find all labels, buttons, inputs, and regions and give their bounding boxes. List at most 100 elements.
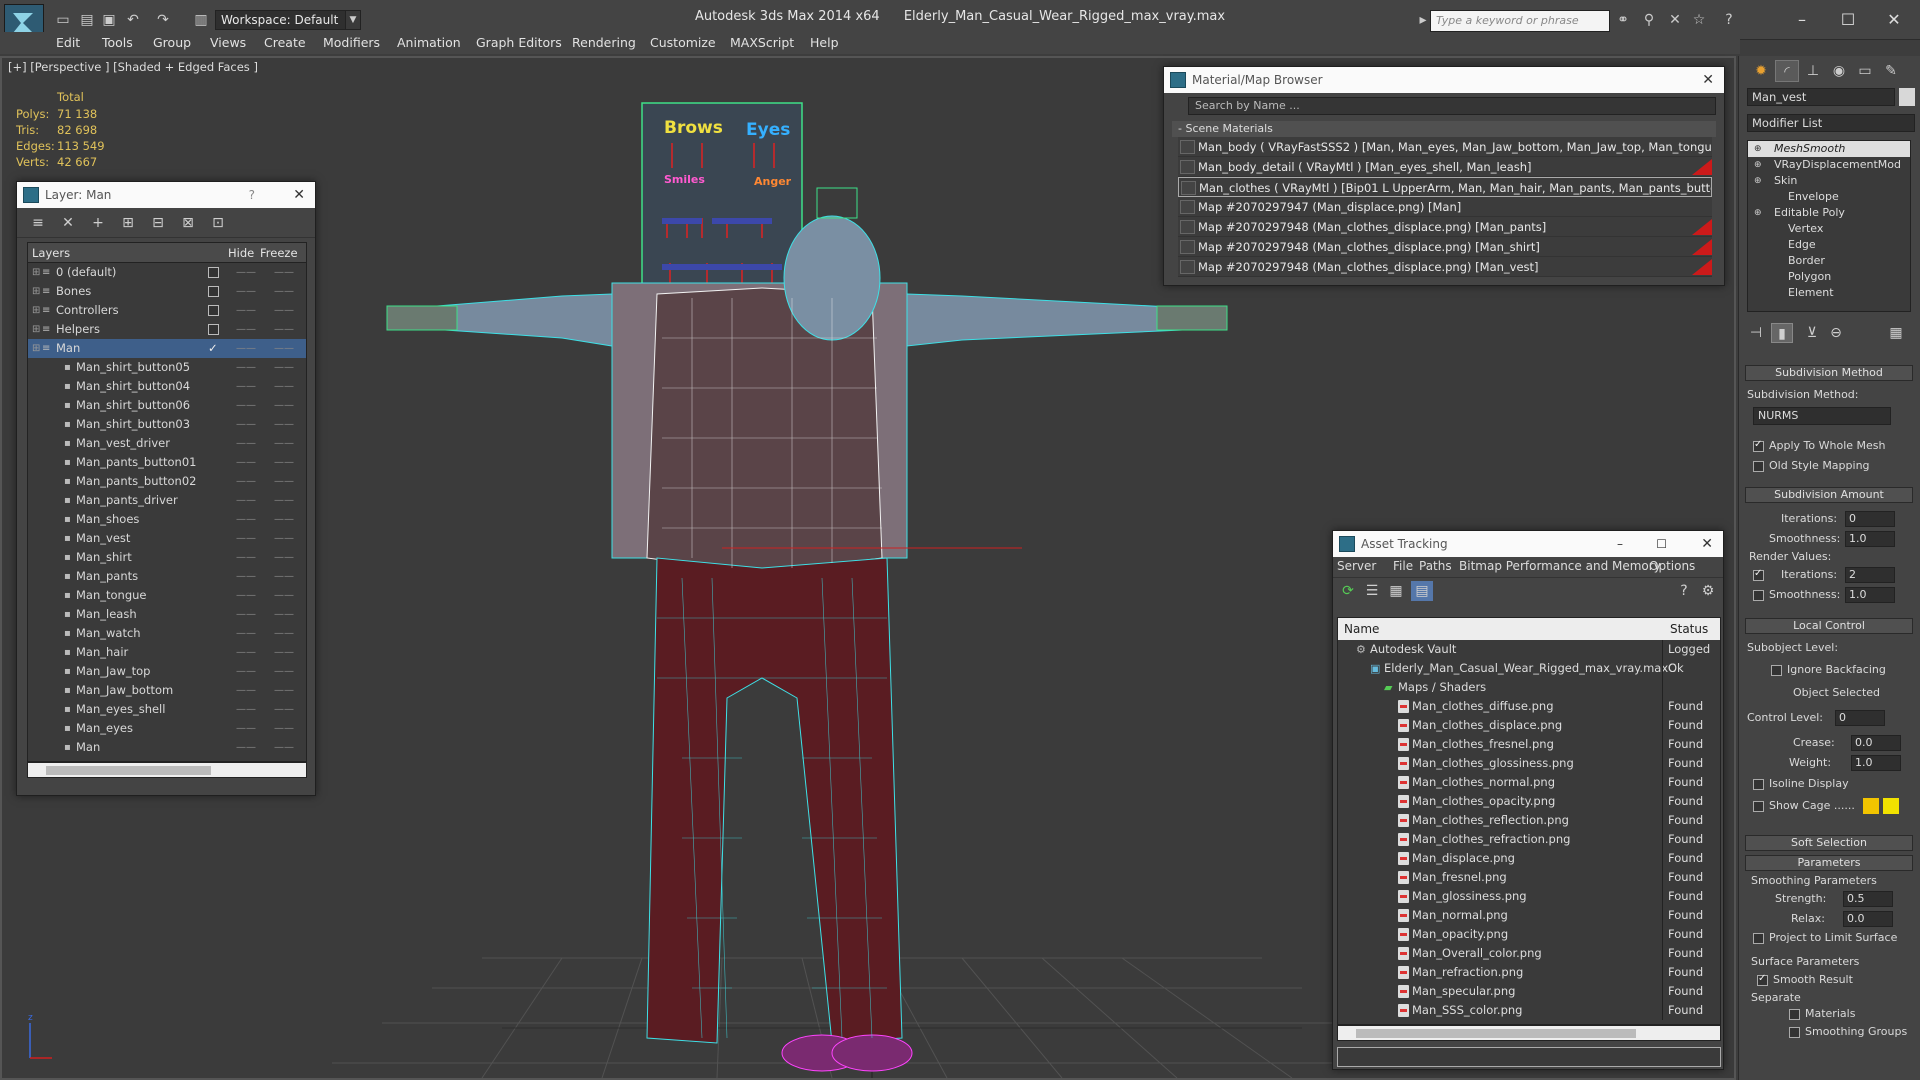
relax-spinner[interactable]: 0.0 (1843, 911, 1893, 927)
hierarchy-tab-icon[interactable]: ⊥ (1801, 60, 1825, 82)
freeze-toggle[interactable]: —— (274, 377, 294, 396)
layer-object-row[interactable]: ▪ Man_eyes —— —— (28, 719, 306, 738)
rollout-local-control[interactable]: Local Control (1745, 618, 1913, 634)
hide-toggle[interactable]: —— (236, 510, 256, 529)
add-to-layer-icon[interactable]: + (87, 213, 109, 233)
favorites-star-icon[interactable]: ☆ (1688, 9, 1710, 31)
material-item[interactable]: Map #2070297948 (Man_clothes_displace.pn… (1178, 257, 1712, 277)
layer-object-row[interactable]: ▪ Man_Jaw_top —— —— (28, 662, 306, 681)
modifier-stack-item[interactable]: ⊕ Skin (1748, 173, 1910, 189)
expand-icon[interactable]: ⊞ (32, 301, 40, 320)
hide-toggle[interactable]: —— (236, 453, 256, 472)
modifier-toggle-icon[interactable]: ⊕ (1754, 173, 1762, 189)
hide-toggle[interactable]: —— (236, 358, 256, 377)
asset-row[interactable]: Man_fresnel.png Found (1338, 868, 1720, 887)
separate-materials-checkbox[interactable] (1789, 1009, 1800, 1020)
old-style-mapping-checkbox[interactable] (1753, 461, 1764, 472)
cage-color-1[interactable] (1863, 798, 1879, 814)
highlight-layer-icon[interactable]: ⊟ (147, 213, 169, 233)
maximize-icon[interactable]: ☐ (1828, 6, 1868, 34)
menu-modifiers[interactable]: Modifiers (323, 35, 380, 50)
layer-row[interactable]: ⊞ ≡ Bones —— —— (28, 282, 306, 301)
asset-row[interactable]: Man_clothes_displace.png Found (1338, 716, 1720, 735)
menu-help[interactable]: Help (810, 35, 839, 50)
asset-row[interactable]: Man_specular.png Found (1338, 982, 1720, 1001)
layer-object-row[interactable]: ▪ Man_shirt_button06 —— —— (28, 396, 306, 415)
layer-object-row[interactable]: ▪ Man_pants_button01 —— —— (28, 453, 306, 472)
modifier-stack-item[interactable]: Vertex (1748, 221, 1910, 237)
material-item[interactable]: Map #2070297948 (Man_clothes_displace.pn… (1178, 217, 1712, 237)
column-name[interactable]: Name (1344, 622, 1379, 636)
menu-animation[interactable]: Animation (397, 35, 461, 50)
freeze-toggle[interactable]: —— (274, 624, 294, 643)
asset-row[interactable]: Man_SSS_color.png Found (1338, 1001, 1720, 1020)
show-end-result-icon[interactable]: ▮ (1771, 323, 1793, 343)
menu-group[interactable]: Group (153, 35, 191, 50)
smooth-result-checkbox[interactable] (1757, 973, 1768, 986)
asset-row[interactable]: Man_Overall_color.png Found (1338, 944, 1720, 963)
freeze-toggle[interactable]: —— (274, 301, 294, 320)
freeze-toggle[interactable]: —— (274, 700, 294, 719)
layer-horizontal-scrollbar[interactable] (27, 762, 307, 778)
modifier-stack-item[interactable]: Polygon (1748, 269, 1910, 285)
viewport-label[interactable]: [+] [Perspective ] [Shaded + Edged Faces… (8, 60, 258, 74)
layer-object-row[interactable]: ▪ Man —— —— (28, 738, 306, 757)
asset-row[interactable]: Man_clothes_opacity.png Found (1338, 792, 1720, 811)
hide-toggle[interactable]: —— (236, 263, 256, 282)
menu-create[interactable]: Create (264, 35, 306, 50)
make-unique-icon[interactable]: ⊻ (1801, 323, 1823, 343)
layer-object-row[interactable]: ▪ Man_eyes_shell —— —— (28, 700, 306, 719)
display-tab-icon[interactable]: ▭ (1853, 60, 1877, 82)
menu-edit[interactable]: Edit (56, 35, 80, 50)
hide-toggle[interactable]: —— (236, 605, 256, 624)
layer-active-checkbox[interactable] (208, 267, 219, 278)
apply-whole-mesh-checkbox[interactable] (1753, 439, 1764, 452)
thumbnail-view-icon[interactable]: ▦ (1385, 581, 1407, 601)
hide-toggle[interactable]: —— (236, 681, 256, 700)
freeze-toggle[interactable]: —— (274, 738, 294, 757)
asset-row[interactable]: Man_displace.png Found (1338, 849, 1720, 868)
table-view-icon[interactable]: ▤ (1411, 581, 1433, 601)
layer-object-row[interactable]: ▪ Man_watch —— —— (28, 624, 306, 643)
hide-toggle[interactable]: —— (236, 643, 256, 662)
modifier-list-dropdown[interactable]: Modifier List (1747, 114, 1915, 132)
refresh-icon[interactable]: ⟳ (1337, 581, 1359, 601)
freeze-toggle[interactable]: —— (274, 529, 294, 548)
hide-toggle[interactable]: —— (236, 738, 256, 757)
layer-object-row[interactable]: ▪ Man_Jaw_bottom —— —— (28, 681, 306, 700)
create-tab-icon[interactable]: ✹ (1749, 60, 1773, 82)
asset-help-icon[interactable]: ? (1673, 581, 1695, 601)
freeze-toggle[interactable]: —— (274, 472, 294, 491)
utilities-tab-icon[interactable]: ✎ (1879, 60, 1903, 82)
iterations-spinner[interactable]: 0 (1845, 511, 1895, 527)
menu-graph-editors[interactable]: Graph Editors (476, 35, 562, 50)
asset-menu-paths[interactable]: Paths (1419, 559, 1452, 573)
modifier-stack-item[interactable]: Edge (1748, 237, 1910, 253)
menu-customize[interactable]: Customize (650, 35, 716, 50)
hide-toggle[interactable]: —— (236, 586, 256, 605)
freeze-toggle[interactable]: —— (274, 643, 294, 662)
freeze-toggle[interactable]: —— (274, 396, 294, 415)
select-in-layer-icon[interactable]: ⊞ (117, 213, 139, 233)
help-icon[interactable]: ? (1718, 9, 1740, 31)
freeze-toggle[interactable]: —— (274, 491, 294, 510)
layer-object-row[interactable]: ▪ Man_shirt_button03 —— —— (28, 415, 306, 434)
freeze-toggle[interactable]: —— (274, 434, 294, 453)
hide-toggle[interactable]: —— (236, 282, 256, 301)
hide-toggle[interactable]: —— (236, 719, 256, 738)
expand-icon[interactable]: ⊞ (32, 263, 40, 282)
smoothness-spinner[interactable]: 1.0 (1845, 531, 1895, 547)
column-freeze[interactable]: Freeze (260, 246, 298, 260)
modifier-stack-item[interactable]: ⊕ MeshSmooth (1748, 141, 1910, 157)
current-layer-check-icon[interactable]: ✓ (208, 339, 218, 358)
freeze-toggle[interactable]: —— (274, 719, 294, 738)
freeze-toggle[interactable]: —— (274, 548, 294, 567)
material-item[interactable]: Man_clothes ( VRayMtl ) [Bip01 L UpperAr… (1178, 177, 1712, 197)
menu-rendering[interactable]: Rendering (572, 35, 636, 50)
modifier-toggle-icon[interactable]: ⊕ (1754, 205, 1762, 221)
hide-toggle[interactable]: —— (236, 491, 256, 510)
modifier-toggle-icon[interactable]: ⊕ (1754, 157, 1762, 173)
asset-status-field[interactable] (1337, 1047, 1721, 1067)
asset-row[interactable]: Man_normal.png Found (1338, 906, 1720, 925)
object-color-swatch[interactable] (1899, 88, 1915, 106)
